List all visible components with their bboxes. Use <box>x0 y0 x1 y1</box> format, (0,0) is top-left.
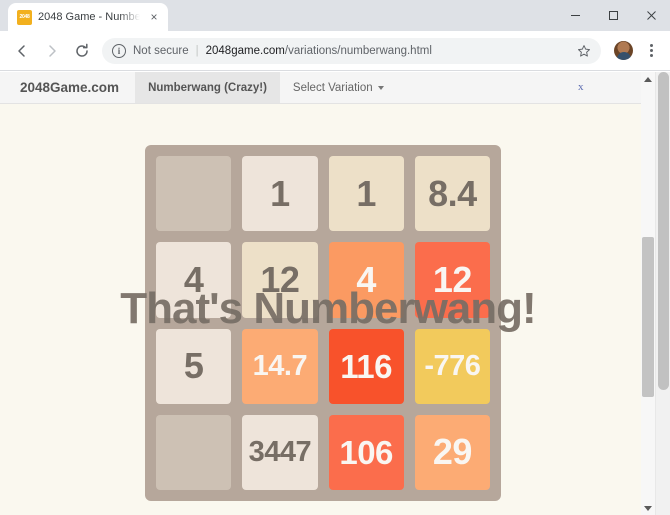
omnibox-divider: | <box>195 44 199 57</box>
tab-close-icon[interactable]: × <box>146 9 162 25</box>
page-scrollbar-thumb[interactable] <box>658 72 669 390</box>
window-controls <box>556 0 670 31</box>
browser-window: 2048 2048 Game - Numberwang (Cra × <box>0 0 670 515</box>
game-tile: 116 <box>328 328 404 404</box>
game-tile: 4 <box>156 242 232 318</box>
nav-item-numberwang-label: Numberwang (Crazy!) <box>148 81 267 94</box>
inner-scroll-down-icon[interactable] <box>641 501 655 515</box>
game-tile: 12 <box>242 242 318 318</box>
site-brand[interactable]: 2048Game.com <box>0 72 135 103</box>
game-tile: 1 <box>242 156 318 232</box>
inner-scroll-up-icon[interactable] <box>641 72 655 86</box>
chevron-down-icon <box>377 85 384 90</box>
close-icon[interactable] <box>632 0 670 31</box>
game-tile: 14.7 <box>242 328 318 404</box>
game-tile: 3447 <box>242 414 318 490</box>
game-tile: 12 <box>414 242 490 318</box>
forward-icon[interactable] <box>38 37 66 65</box>
tab-title: 2048 Game - Numberwang (Cra <box>38 11 140 23</box>
tab-strip: 2048 2048 Game - Numberwang (Cra × <box>0 0 670 31</box>
chrome-menu-icon[interactable] <box>640 38 662 64</box>
nav-item-select-variation-label: Select Variation <box>292 81 373 94</box>
close-ad-x[interactable]: x <box>578 81 584 93</box>
grid-cell-empty <box>156 156 232 232</box>
browser-toolbar: i Not secure | 2048game.com/variations/n… <box>0 31 670 71</box>
url-text[interactable]: 2048game.com/variations/numberwang.html <box>206 45 566 57</box>
game-tile: 4 <box>328 242 404 318</box>
inner-scrollbar-thumb[interactable] <box>642 237 654 397</box>
maximize-icon[interactable] <box>594 0 632 31</box>
favicon-2048: 2048 <box>17 9 32 25</box>
inner-scrollbar[interactable] <box>641 72 655 515</box>
page-scrollbar[interactable] <box>655 72 670 515</box>
game-tile: 29 <box>414 414 490 490</box>
nav-item-select-variation[interactable]: Select Variation <box>280 72 397 103</box>
game-area: 1 1 8.4 4 12 4 12 5 14.7 116 -776 3447 106 29 That's … <box>0 104 656 514</box>
game-tile: 1 <box>328 156 404 232</box>
back-icon[interactable] <box>8 37 36 65</box>
game-tile: 5 <box>156 328 232 404</box>
page-viewport: 2048Game.com Numberwang (Crazy!) Select … <box>0 72 670 515</box>
info-circle-icon[interactable]: i <box>112 43 126 58</box>
game-grid[interactable]: 1 1 8.4 4 12 4 12 5 14.7 116 -776 3447 106 29 <box>145 145 501 501</box>
browser-tab[interactable]: 2048 2048 Game - Numberwang (Cra × <box>8 3 168 31</box>
grid-cell-empty <box>156 414 232 490</box>
security-status-text: Not secure <box>133 44 189 57</box>
minimize-icon[interactable] <box>556 0 594 31</box>
bookmark-star-icon[interactable] <box>573 40 595 62</box>
reload-icon[interactable] <box>68 37 96 65</box>
game-tile: 106 <box>328 414 404 490</box>
site-navigation-bar: 2048Game.com Numberwang (Crazy!) Select … <box>0 72 656 104</box>
nav-item-numberwang[interactable]: Numberwang (Crazy!) <box>135 72 280 103</box>
profile-avatar[interactable] <box>614 41 633 60</box>
game-tile: -776 <box>414 328 490 404</box>
address-bar[interactable]: i Not secure | 2048game.com/variations/n… <box>102 37 601 64</box>
url-path: /variations/numberwang.html <box>284 44 432 57</box>
game-tile: 8.4 <box>414 156 490 232</box>
url-domain: 2048game.com <box>205 44 285 57</box>
